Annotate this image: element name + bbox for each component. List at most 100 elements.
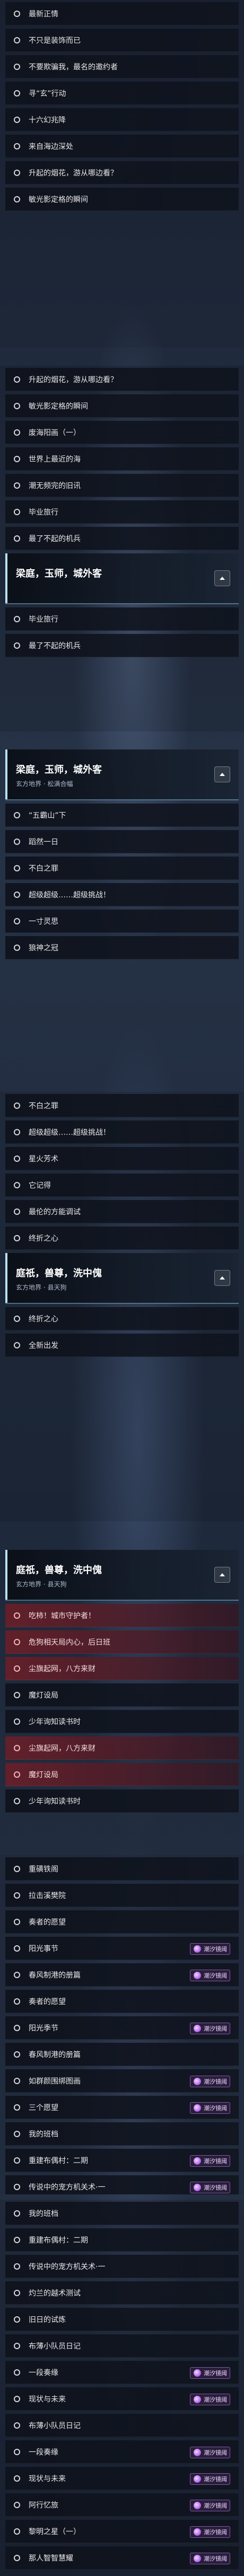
quest-item[interactable]: 重磺铁阁: [5, 1857, 239, 1881]
quest-item[interactable]: 敏光影定格的瞬间: [5, 188, 239, 211]
quest-item[interactable]: 超级超级……超级挑战！: [5, 883, 239, 906]
event-tag: 潮汐镜阈: [190, 2102, 230, 2114]
quest-item[interactable]: 世界上最近的海: [5, 447, 239, 471]
chapter-title: 梁庭，玉师，城外客: [16, 764, 102, 775]
quest-item-label: 不要欺骗我，最名的邀约者: [29, 63, 118, 72]
quest-item[interactable]: 最了不起的机兵: [5, 634, 239, 657]
quest-item[interactable]: 一段奏缘 潮汐镜阈: [5, 2440, 239, 2464]
quest-item-label: 蹈然一日: [29, 837, 58, 846]
quest-item[interactable]: 升起的烟花，游从哪边看？: [5, 368, 239, 391]
chapter-header[interactable]: 梁庭，玉师，城外客 玄方地界 · 松满合幅: [5, 749, 239, 800]
quest-item[interactable]: 那人智智慧耀 潮汐镜阈: [5, 2546, 239, 2570]
quest-item[interactable]: 拉击溪樊院: [5, 1884, 239, 1907]
purple-orb-icon: [194, 2449, 201, 2456]
quest-item[interactable]: 现状与未来 潮汐镜阈: [5, 2387, 239, 2411]
purple-orb-icon: [194, 2502, 201, 2509]
quest-item[interactable]: 重建布偶村：二期: [5, 2228, 239, 2252]
quest-item[interactable]: 布薄小队员日记: [5, 2334, 239, 2358]
quest-item[interactable]: 我的班档: [5, 2202, 239, 2225]
quest-item-label: 潮无频完的旧讯: [29, 481, 81, 490]
quest-item[interactable]: 最了不起的机兵: [5, 527, 239, 550]
quest-item[interactable]: 奏者的愿望: [5, 1910, 239, 1934]
quest-item-label: 星火芳术: [29, 1154, 58, 1163]
quest-item-label: 魔灯设局: [29, 1691, 58, 1700]
list-screen: 重磺铁阁 拉击溪樊院 奏者的愿望 阳光事节 潮汐镜阈 春风制港的册篇 潮汐镜阈 奏者的愿望 阳光…: [0, 1855, 244, 2194]
quest-item[interactable]: 重建布偶村：二期 潮汐镜阈: [5, 2149, 239, 2172]
quest-item[interactable]: “五霸山”下: [5, 804, 239, 827]
quest-item[interactable]: 传说中的宠方机关术·一 潮汐镜阈: [5, 2175, 239, 2194]
quest-item[interactable]: 最伦的方能调试: [5, 1200, 239, 1223]
quest-item[interactable]: 升起的烟花，游从哪边看？: [5, 161, 239, 184]
quest-item[interactable]: 灼兰的越术测试: [5, 2281, 239, 2305]
quest-item[interactable]: 毕业旅行: [5, 500, 239, 524]
quest-item[interactable]: 吃柿！城市守护者！: [5, 1604, 239, 1627]
circle-outline-icon: [14, 63, 20, 70]
quest-list: 梁庭，玉师，城外客 玄方地界 · 松满合幅 “五霸山”下蹈然一日不白之罪超级超级………: [0, 747, 244, 959]
quest-item[interactable]: 阳光事节 潮汐镜阈: [5, 1937, 239, 1960]
quest-item[interactable]: 寻“玄”行动: [5, 82, 239, 105]
circle-outline-icon: [14, 37, 20, 43]
event-tag: 潮汐镜阈: [190, 2447, 230, 2458]
quest-item[interactable]: 不要欺骗我，最名的邀约者: [5, 55, 239, 78]
quest-item[interactable]: 少年询知读书时: [5, 1710, 239, 1733]
quest-item[interactable]: 废海阳画（一）: [5, 421, 239, 444]
quest-item[interactable]: 阳光季节 潮汐镜阈: [5, 2016, 239, 2040]
quest-item[interactable]: 黎明之星（一） 潮汐镜阈: [5, 2520, 239, 2543]
quest-item[interactable]: 来自海边深处: [5, 135, 239, 158]
quest-item[interactable]: 尘旗起网，八方来财: [5, 1657, 239, 1680]
quest-item[interactable]: 一寸灵思: [5, 910, 239, 933]
quest-item[interactable]: 蹈然一日: [5, 830, 239, 853]
quest-item[interactable]: 三个愿望 潮汐镜阈: [5, 2096, 239, 2119]
chapter-header[interactable]: 庭祇，兽尊，洗中傀 玄方地界 · 县天狗: [5, 1550, 239, 1601]
chevron-up-icon[interactable]: [214, 1567, 230, 1583]
quest-item[interactable]: 不白之罪: [5, 857, 239, 880]
circle-outline-icon: [14, 1102, 20, 1109]
quest-item[interactable]: 不只是装饰而已: [5, 29, 239, 52]
quest-item-label: 布薄小队员日记: [29, 2342, 81, 2351]
quest-item[interactable]: 旧日的试炼: [5, 2308, 239, 2331]
quest-item[interactable]: 一段奏缘 潮汐镜阈: [5, 2361, 239, 2384]
quest-item[interactable]: 我的班档: [5, 2122, 239, 2146]
quest-item[interactable]: 最新正情: [5, 2, 239, 25]
chapter-title: 庭祇，兽尊，洗中傀: [16, 1565, 102, 1576]
purple-orb-icon: [194, 2555, 201, 2562]
chevron-up-icon[interactable]: [214, 1270, 230, 1286]
circle-outline-icon: [14, 1665, 20, 1672]
quest-item-label: 升起的烟花，游从哪边看？: [29, 375, 118, 384]
quest-item[interactable]: 尘旗起网，八方来财: [5, 1736, 239, 1760]
quest-item[interactable]: 布薄小队员日记: [5, 2414, 239, 2437]
quest-item[interactable]: 魔灯设局: [5, 1683, 239, 1707]
quest-item[interactable]: 危狗相天局内心，后日班: [5, 1630, 239, 1654]
quest-item[interactable]: 毕业旅行: [5, 607, 239, 631]
chapter-header[interactable]: 庭祇，兽尊，洗中傀 玄方地界 · 县天狗: [5, 1253, 239, 1304]
quest-item[interactable]: 终折之心: [5, 1307, 239, 1330]
quest-item[interactable]: 它记得: [5, 1174, 239, 1197]
quest-list: 我的班档重建布偶村：二期 传说中的宠方机关术·一 灼兰的越术测试 旧日的试炼布薄小队员…: [0, 2200, 244, 2570]
chapter-header[interactable]: 梁庭，玉师，城外客: [5, 553, 239, 604]
quest-item-label: 现状与未来: [29, 2474, 66, 2483]
quest-item[interactable]: 少年询知读书时: [5, 1789, 239, 1813]
quest-item[interactable]: 潮无频完的旧讯: [5, 474, 239, 497]
circle-outline-icon: [14, 429, 20, 436]
list-screen: 庭祇，兽尊，洗中傀 玄方地界 · 县天狗吃柿！城市守护者！ 危狗相天局内心，后日班尘…: [0, 1548, 244, 1845]
quest-item[interactable]: 星火芳术: [5, 1147, 239, 1170]
quest-item[interactable]: 超级超级……超级挑战！: [5, 1121, 239, 1144]
quest-item-label: 敏光影定格的瞬间: [29, 195, 88, 204]
quest-item[interactable]: 十六幻兆降: [5, 108, 239, 131]
quest-item[interactable]: 全新出发: [5, 1334, 239, 1357]
chevron-up-icon[interactable]: [214, 766, 230, 782]
quest-item[interactable]: 春风制港的册篇 潮汐镜阈: [5, 1963, 239, 1987]
quest-item[interactable]: 终折之心: [5, 1227, 239, 1250]
quest-item[interactable]: 春风制港的册篇: [5, 2043, 239, 2066]
quest-item[interactable]: 魔灯设局: [5, 1763, 239, 1786]
quest-item[interactable]: 传说中的宠方机关术·一: [5, 2255, 239, 2278]
quest-item[interactable]: 如群颜围绑图画 潮汐镜阈: [5, 2069, 239, 2093]
quest-item[interactable]: 敏光影定格的瞬间: [5, 394, 239, 418]
quest-item[interactable]: 奏者的愿望: [5, 1990, 239, 2013]
chevron-up-icon[interactable]: [214, 570, 230, 586]
quest-item[interactable]: 现状与未来 潮汐镜阈: [5, 2467, 239, 2490]
quest-item[interactable]: 阿行忆旅 潮汐镜阈: [5, 2493, 239, 2517]
quest-item[interactable]: 不白之罪: [5, 1094, 239, 1117]
quest-item[interactable]: 狼神之冠: [5, 936, 239, 959]
event-tag: 潮汐镜阈: [190, 2367, 230, 2379]
